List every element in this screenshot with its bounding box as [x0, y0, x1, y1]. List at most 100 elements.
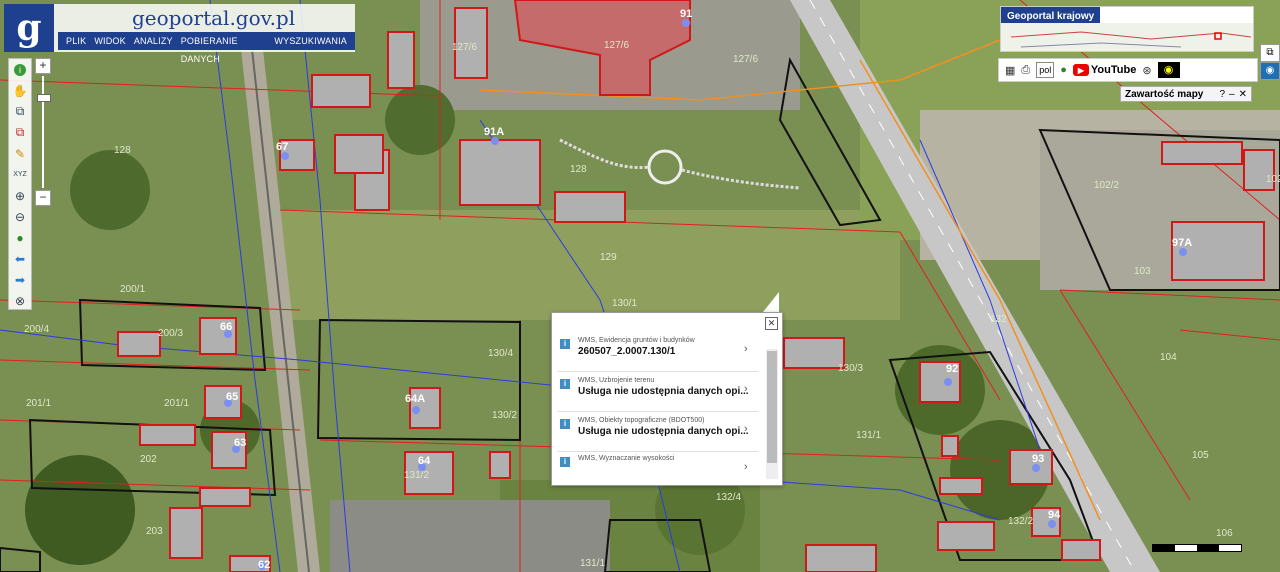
- zoom-slider: + −: [35, 58, 51, 206]
- parcel-number: 130/2: [492, 410, 517, 421]
- parcel-number: 201/1: [26, 398, 51, 409]
- coordinates-icon[interactable]: XYZ: [9, 164, 31, 185]
- clear-icon[interactable]: ⊗: [9, 290, 31, 311]
- zoom-plus-button[interactable]: +: [35, 58, 51, 74]
- zoom-in-icon[interactable]: ⊕: [9, 185, 31, 206]
- popup-item[interactable]: i WMS, Uzbrojenie terenu Usługa nie udos…: [558, 375, 758, 411]
- back-arrow-icon[interactable]: ⬅: [9, 248, 31, 269]
- address-number: 91A: [484, 126, 504, 138]
- calculator-icon[interactable]: ▦: [1005, 64, 1015, 77]
- info-icon[interactable]: i: [9, 59, 31, 80]
- parcel-number: 200/3: [158, 328, 183, 339]
- parcel-number: 202: [140, 454, 157, 465]
- menu-item-wyszukiwania[interactable]: WYSZUKIWANIA: [270, 32, 351, 50]
- menu-item-pobieranie-danych[interactable]: POBIERANIE DANYCH: [177, 32, 271, 64]
- popup-item-source: WMS, Ewidencja gruntów i budynków: [578, 337, 695, 344]
- zoom-out-icon[interactable]: ⊖: [9, 206, 31, 227]
- parcel-number: 127/6: [733, 54, 758, 65]
- address-number: 63: [234, 437, 246, 449]
- logo-panel: geoportal.gov.pl PLIK WIDOK ANALIZY POBI…: [54, 4, 355, 64]
- menu-item-widok[interactable]: WIDOK: [90, 32, 130, 50]
- menu-item-analizy[interactable]: ANALIZY: [130, 32, 177, 50]
- popup-item-source: WMS, Uzbrojenie terenu: [578, 377, 655, 384]
- youtube-label: YouTube: [1090, 64, 1137, 76]
- map-content-panel[interactable]: Zawartość mapy ? – ✕: [1120, 86, 1252, 102]
- popup-scrollbar-thumb[interactable]: [767, 351, 777, 463]
- divider: [558, 411, 758, 412]
- divider: [558, 371, 758, 372]
- select-clear-icon[interactable]: ⧉: [9, 122, 31, 143]
- close-icon[interactable]: ✕: [1239, 89, 1247, 100]
- parcel-number: 132: [990, 314, 1007, 325]
- parcel-number: 200/1: [120, 284, 145, 295]
- chevron-right-icon: ›: [744, 423, 748, 435]
- parcel-number: 103: [1134, 266, 1151, 277]
- parcel-number: 129: [600, 252, 617, 263]
- contrast-eye-icon[interactable]: ◉: [1157, 62, 1180, 78]
- popup-item-value: Usługa nie udostępnia danych opi...: [578, 426, 749, 437]
- header: g geoportal.gov.pl PLIK WIDOK ANALIZY PO…: [4, 4, 355, 64]
- divider: [558, 451, 758, 452]
- address-number: 93: [1032, 453, 1044, 465]
- chevron-right-icon: ›: [744, 461, 748, 473]
- info-icon: i: [560, 339, 570, 349]
- parcel-number: 128: [114, 145, 131, 156]
- parcel-number: 203: [146, 526, 163, 537]
- menu-item-plik[interactable]: PLIK: [62, 32, 90, 50]
- parcel-number: 130/4: [488, 348, 513, 359]
- select-icon[interactable]: ⧉: [9, 101, 31, 122]
- youtube-icon: ▶: [1072, 64, 1089, 76]
- info-icon: i: [560, 457, 570, 467]
- popup-item-source: WMS, Obiekty topograficzne (BDOT500): [578, 417, 705, 424]
- main-menu: PLIK WIDOK ANALIZY POBIERANIE DANYCH WYS…: [58, 32, 355, 64]
- parcel-number: 127/6: [604, 40, 629, 51]
- print-icon[interactable]: ⎙: [1021, 64, 1030, 77]
- map-content-label: Zawartość mapy: [1125, 88, 1204, 100]
- parcel-number: 127/6: [452, 42, 477, 53]
- popup-item[interactable]: i WMS, Ewidencja gruntów i budynków 2605…: [558, 335, 758, 371]
- popup-item[interactable]: i WMS, Wyznaczanie wysokości ›: [558, 453, 758, 489]
- zoom-handle[interactable]: [37, 94, 51, 102]
- address-number: 64: [418, 455, 431, 467]
- popup-close-icon[interactable]: ✕: [765, 317, 778, 330]
- address-number: 92: [946, 363, 958, 375]
- overview-map-image: [1001, 23, 1253, 51]
- parcel-number: 104: [1160, 352, 1177, 363]
- forward-arrow-icon[interactable]: ➡: [9, 269, 31, 290]
- side-eye-button[interactable]: ◉: [1260, 62, 1280, 80]
- popup-item-value: Usługa nie udostępnia danych opi...: [578, 386, 749, 397]
- parcel-number: 132/4: [716, 492, 741, 503]
- minimize-icon[interactable]: –: [1229, 89, 1235, 100]
- zoom-minus-button[interactable]: −: [35, 190, 51, 206]
- parcel-number: 130/3: [838, 363, 863, 374]
- parcel-number: 201/1: [164, 398, 189, 409]
- site-title: geoportal.gov.pl: [132, 6, 296, 30]
- address-number: 97A: [1172, 237, 1192, 249]
- help-icon[interactable]: ?: [1219, 89, 1225, 100]
- popup-item-value: 260507_2.0007.130/1: [578, 346, 676, 357]
- address-number: 62: [258, 559, 270, 571]
- zoom-track[interactable]: [37, 76, 51, 188]
- address-number: 65: [226, 391, 238, 403]
- info-icon: i: [560, 419, 570, 429]
- globe-icon[interactable]: ●: [9, 227, 31, 248]
- side-panel-button[interactable]: ⧉: [1260, 44, 1280, 62]
- parcel-number: 105: [1192, 450, 1209, 461]
- address-number: 66: [220, 321, 232, 333]
- tools-row: ▦ ⎙ pol ● ▶ YouTube ⊛ ◉: [998, 58, 1258, 82]
- language-select[interactable]: pol: [1036, 62, 1055, 78]
- parcel-number: 102: [1266, 174, 1280, 185]
- overview-map[interactable]: Geoportal krajowy: [1000, 6, 1254, 52]
- pencil-icon[interactable]: ✎: [9, 143, 31, 164]
- settings-icon[interactable]: ●: [1060, 64, 1067, 76]
- parcel-number: 131/2: [404, 470, 429, 481]
- popup-item-source: WMS, Wyznaczanie wysokości: [578, 455, 675, 462]
- accessibility-icon[interactable]: ⊛: [1142, 64, 1151, 77]
- pan-hand-icon[interactable]: ✋: [9, 80, 31, 101]
- youtube-link[interactable]: ▶ YouTube: [1072, 64, 1137, 76]
- popup-item[interactable]: i WMS, Obiekty topograficzne (BDOT500) U…: [558, 415, 758, 451]
- parcel-number: 102/2: [1094, 180, 1119, 191]
- logo[interactable]: g: [4, 4, 54, 52]
- popup-scrollbar[interactable]: [766, 349, 778, 479]
- address-number: 94: [1048, 509, 1061, 521]
